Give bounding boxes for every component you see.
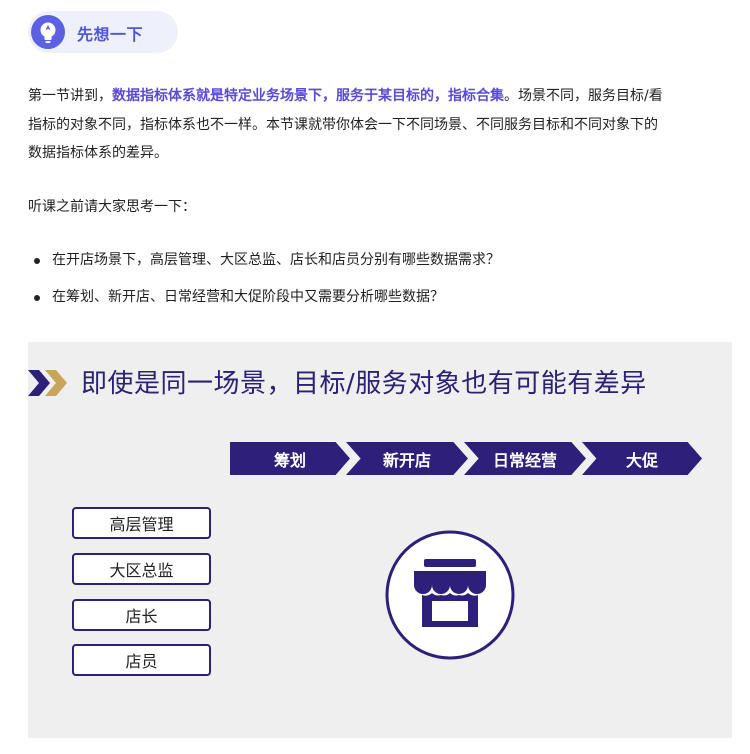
intro-line-1: 第一节讲到，数据指标体系就是特定业务场景下，服务于某目标的，指标合集。场景不同，… [28, 82, 728, 111]
slide-image: 即使是同一场景，目标/服务对象也有可能有差异 筹划 新开店 日常经营 大促 高层… [28, 342, 732, 738]
intro-line-2: 指标的对象不同，指标体系也不一样。本节课就带你体会一下不同场景、不同服务目标和不… [28, 116, 658, 133]
stage-planning: 筹划 [230, 442, 350, 475]
list-item: 在筹划、新开店、日常经营和大促阶段中又需要分析哪些数据？ [28, 287, 728, 324]
stage-promotion: 大促 [582, 442, 702, 475]
stage-daily-operation: 日常经营 [464, 442, 586, 475]
bulb-icon [31, 15, 65, 49]
intro-text: 第一节讲到， [28, 88, 112, 104]
role-store-manager: 店长 [72, 599, 211, 631]
role-senior-management: 高层管理 [72, 507, 211, 539]
intro-line-3: 数据指标体系的差异。 [28, 145, 168, 161]
think-first-badge: 先想一下 [28, 11, 178, 53]
role-regional-director: 大区总监 [72, 553, 211, 585]
slide-title: 即使是同一场景，目标/服务对象也有可能有差异 [81, 369, 647, 399]
intro-paragraph: 第一节讲到，数据指标体系就是特定业务场景下，服务于某目标的，指标合集。场景不同，… [28, 82, 728, 168]
list-item: 在开店场景下，高层管理、大区总监、店长和店员分别有哪些数据需求？ [28, 250, 728, 287]
title-chevron-icon [28, 370, 67, 396]
think-first-label: 先想一下 [77, 25, 144, 44]
role-store-clerk: 店员 [72, 644, 211, 676]
stage-new-store: 新开店 [346, 442, 468, 475]
storefront-icon [385, 530, 515, 660]
prompt-text: 听课之前请大家思考一下： [28, 199, 196, 215]
question-list: 在开店场景下，高层管理、大区总监、店长和店员分别有哪些数据需求？ 在筹划、新开店… [28, 250, 728, 324]
intro-highlight: 数据指标体系就是特定业务场景下，服务于某目标的，指标合集 [112, 88, 504, 104]
intro-text: 。场景不同，服务目标/看 [504, 88, 663, 104]
